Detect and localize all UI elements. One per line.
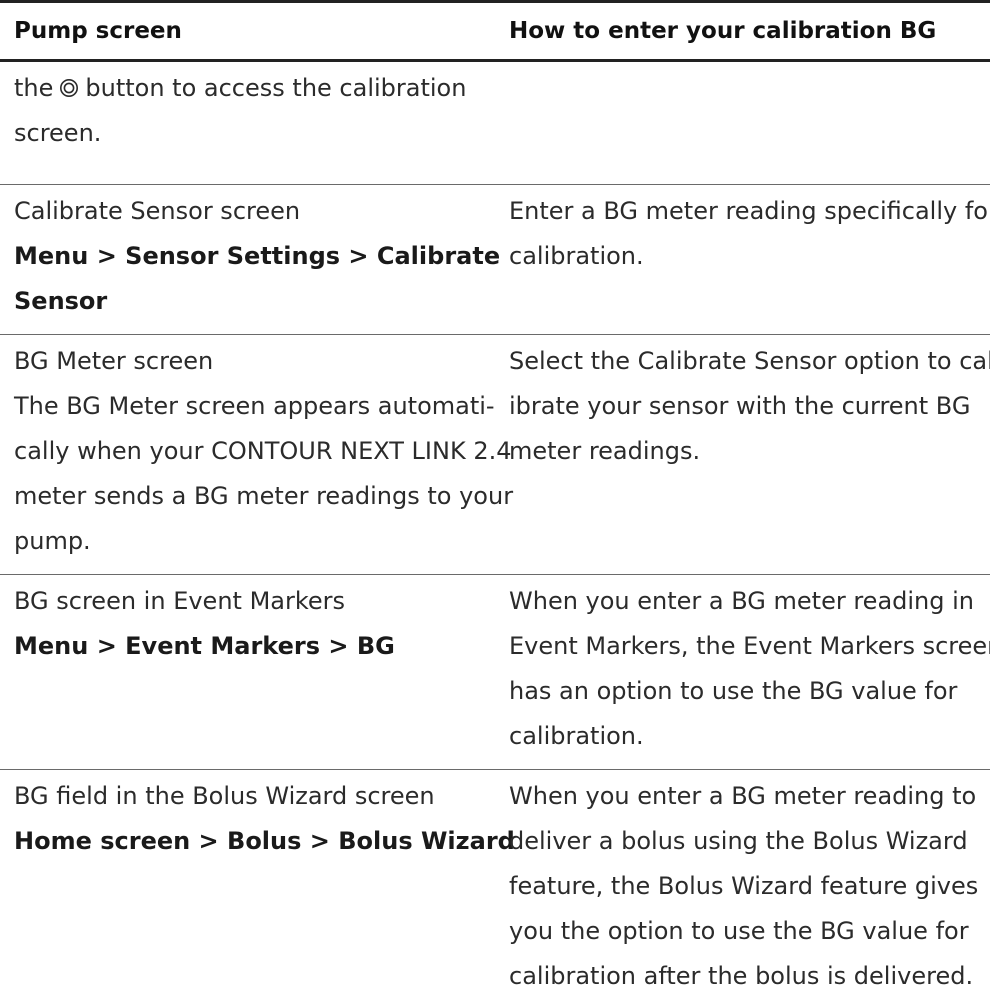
table-row: BG screen in Event Markers Menu > Event … [0, 575, 990, 770]
text-line: The BG Meter screen appears automati- [14, 392, 495, 420]
text-line: meter sends a BG meter readings to your [14, 482, 514, 510]
calibration-cell [496, 66, 990, 184]
table-row: BG Meter screen The BG Meter screen appe… [0, 335, 990, 575]
screen-title: BG screen in Event Markers [14, 587, 346, 615]
pump-screen-cell: BG field in the Bolus Wizard screen Home… [0, 774, 515, 931]
screen-title: BG Meter screen [14, 347, 214, 375]
table-row: the button to access the calibration scre… [0, 62, 990, 185]
pump-screen-cell: BG Meter screen The BG Meter screen appe… [0, 339, 514, 574]
text-line: cally when your CONTOUR NEXT LINK 2.4 [14, 437, 512, 465]
text-line: calibration. [509, 722, 644, 750]
header-pump-screen: Pump screen [14, 17, 182, 44]
text-line: Select the Calibrate Sensor option to ca… [509, 347, 990, 375]
text-line: meter readings. [509, 437, 701, 465]
calibration-cell: When you enter a BG meter reading to del… [496, 774, 990, 990]
text-line: the button to access the calibration [14, 66, 496, 111]
calibration-cell: When you enter a BG meter reading in Eve… [496, 579, 990, 769]
text-prefix: the [14, 74, 54, 102]
screen-title: BG field in the Bolus Wizard screen [14, 782, 435, 810]
text-line: When you enter a BG meter reading to [509, 782, 977, 810]
menu-path: Home screen > Bolus > Bolus Wizard [14, 827, 515, 855]
text-line: calibration. [509, 242, 644, 270]
text-line: has an option to use the BG value for [509, 677, 958, 705]
text-suffix: button to access the calibration [85, 74, 467, 102]
text-line: When you enter a BG meter reading in [509, 587, 975, 615]
text-line: feature, the Bolus Wizard feature gives [509, 872, 979, 900]
pump-screen-cell: the button to access the calibration scre… [0, 66, 496, 184]
table-row: Calibrate Sensor screen Menu > Sensor Se… [0, 185, 990, 335]
text-line: Event Markers, the Event Markers screen [509, 632, 990, 660]
text-line: pump. [14, 527, 91, 555]
table-row: BG field in the Bolus Wizard screen Home… [0, 770, 990, 990]
menu-path: Sensor [14, 287, 108, 315]
text-line: calibration after the bolus is delivered… [509, 962, 974, 990]
screen-title: Calibrate Sensor screen [14, 197, 301, 225]
text-line: ibrate your sensor with the current BG [509, 392, 971, 420]
calibration-cell: Enter a BG meter reading specifically fo… [496, 189, 990, 334]
text-line: screen. [14, 119, 102, 147]
calibration-table: Pump screen How to enter your calibratio… [0, 0, 990, 990]
pump-screen-cell: Calibrate Sensor screen Menu > Sensor Se… [0, 189, 501, 334]
text-line: deliver a bolus using the Bolus Wizard [509, 827, 968, 855]
menu-path: Menu > Sensor Settings > Calibrate [14, 242, 501, 270]
select-button-icon [60, 79, 79, 97]
table-header: Pump screen How to enter your calibratio… [0, 0, 990, 62]
pump-screen-cell: BG screen in Event Markers Menu > Event … [0, 579, 496, 769]
header-calibration-bg: How to enter your calibration BG [509, 17, 937, 44]
calibration-cell: Select the Calibrate Sensor option to ca… [496, 339, 990, 574]
menu-path: Menu > Event Markers > BG [14, 632, 395, 660]
text-line: you the option to use the BG value for [509, 917, 969, 945]
text-line: Enter a BG meter reading specifically fo… [509, 197, 990, 225]
